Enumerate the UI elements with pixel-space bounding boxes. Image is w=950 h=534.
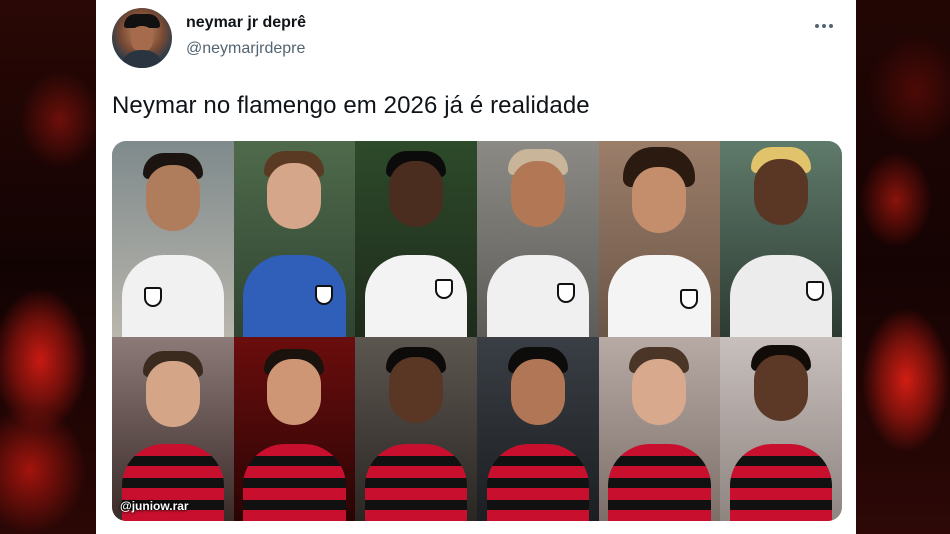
more-horizontal-icon-dot (822, 24, 826, 28)
flamengo-player-photo (720, 337, 842, 521)
image-watermark: @juniow.rar (120, 499, 189, 513)
tweet-image-collage[interactable]: @juniow.rar (112, 141, 842, 521)
background-right-red-glow (856, 0, 950, 534)
avatar[interactable] (112, 8, 172, 68)
more-options-button[interactable] (808, 14, 840, 38)
santos-player-photo (355, 141, 477, 337)
santos-player-photo (233, 141, 356, 337)
more-horizontal-icon (815, 24, 819, 28)
tweet-card: neymar jr deprê @neymarjrdepre Neymar no… (96, 0, 856, 534)
avatar-face (131, 26, 153, 52)
santos-player-photo (112, 141, 234, 337)
avatar-shirt (120, 50, 164, 68)
flamengo-player-photo: @juniow.rar (112, 337, 234, 521)
flamengo-player-photo (233, 337, 356, 521)
tweet-header: neymar jr deprê @neymarjrdepre (112, 8, 840, 72)
user-handle[interactable]: @neymarjrdepre (186, 40, 305, 58)
santos-player-photo (598, 141, 721, 337)
flamengo-player-photo (476, 337, 599, 521)
santos-player-photo (720, 141, 842, 337)
tweet-text: Neymar no flamengo em 2026 já é realidad… (112, 92, 590, 119)
background-left-red-glow (0, 0, 96, 534)
flamengo-player-photo (598, 337, 721, 521)
more-horizontal-icon-dot (829, 24, 833, 28)
flamengo-player-photo (355, 337, 477, 521)
display-name[interactable]: neymar jr deprê (186, 14, 306, 32)
santos-player-photo (476, 141, 599, 337)
